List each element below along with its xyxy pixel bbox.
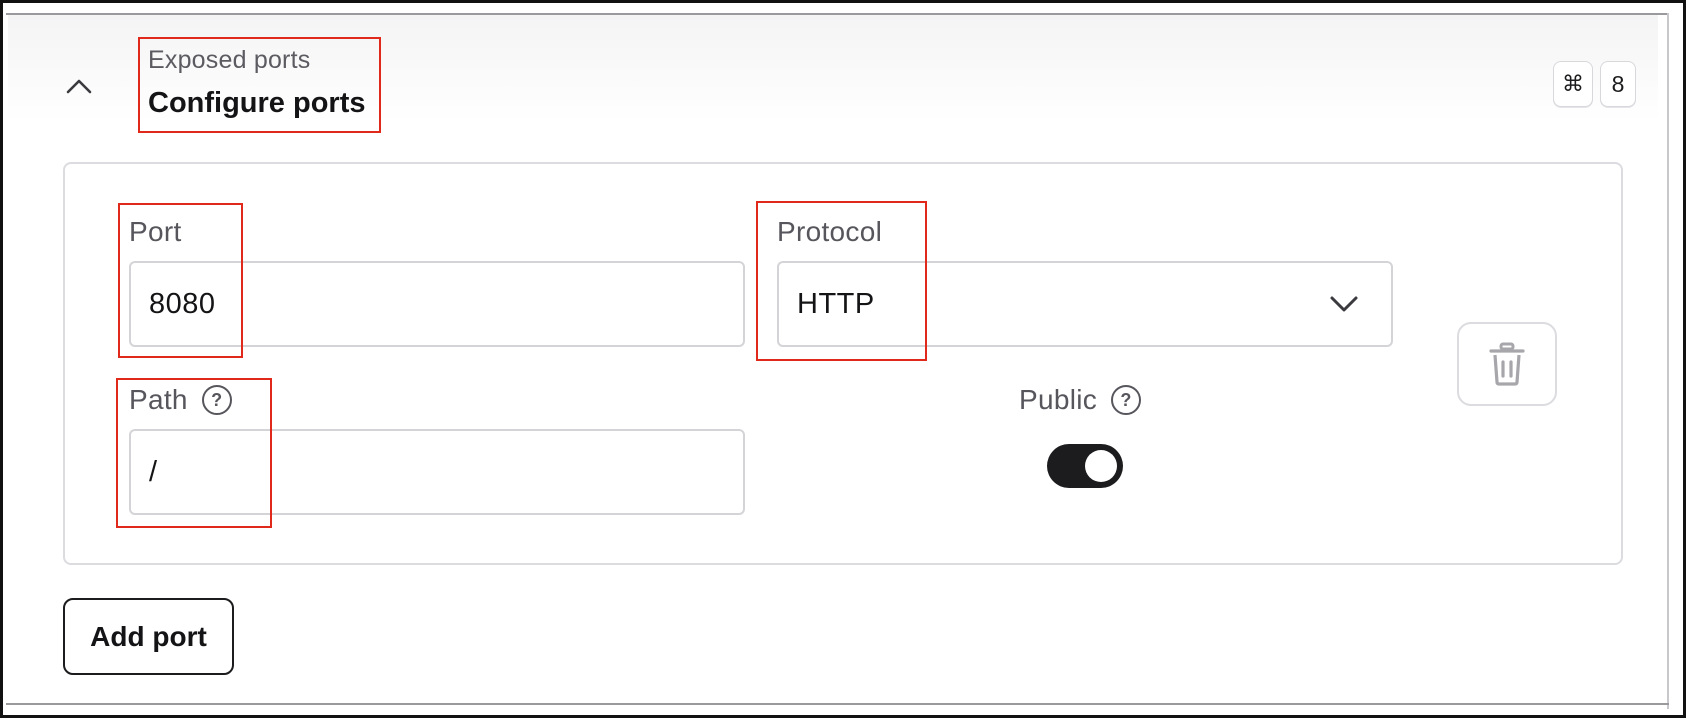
path-input[interactable]: / — [129, 429, 745, 515]
add-port-button[interactable]: Add port — [63, 598, 234, 675]
toggle-knob — [1085, 450, 1117, 482]
right-divider — [1667, 13, 1669, 709]
port-label: Port — [129, 216, 182, 247]
path-value: / — [149, 455, 158, 488]
protocol-value: HTTP — [797, 287, 875, 320]
port-value: 8080 — [149, 287, 216, 320]
section-subtitle: Exposed ports — [148, 46, 311, 74]
protocol-label: Protocol — [777, 216, 883, 247]
public-label: Public ? — [1019, 384, 1142, 416]
public-toggle[interactable] — [1047, 444, 1123, 488]
trash-icon — [1489, 342, 1525, 386]
port-input[interactable]: 8080 — [129, 261, 745, 347]
path-help-icon[interactable]: ? — [201, 385, 232, 415]
section-title: Configure ports — [148, 87, 366, 119]
protocol-select[interactable]: HTTP — [777, 261, 1393, 347]
bottom-divider — [6, 703, 1669, 705]
chevron-up-icon — [66, 79, 92, 94]
shortcut-modifier-key: ⌘ — [1553, 61, 1593, 107]
collapse-button[interactable] — [60, 67, 98, 105]
screenshot-frame: Exposed ports Configure ports ⌘ 8 Port 8… — [0, 0, 1686, 718]
section-title-block: Exposed ports Configure ports — [138, 37, 381, 133]
delete-port-button[interactable] — [1457, 322, 1557, 406]
shortcut-key: 8 — [1600, 61, 1636, 107]
path-label: Path ? — [129, 384, 232, 416]
section-header[interactable]: Exposed ports Configure ports ⌘ 8 — [8, 15, 1658, 133]
chevron-down-icon — [1330, 296, 1358, 312]
public-help-icon[interactable]: ? — [1111, 385, 1142, 415]
